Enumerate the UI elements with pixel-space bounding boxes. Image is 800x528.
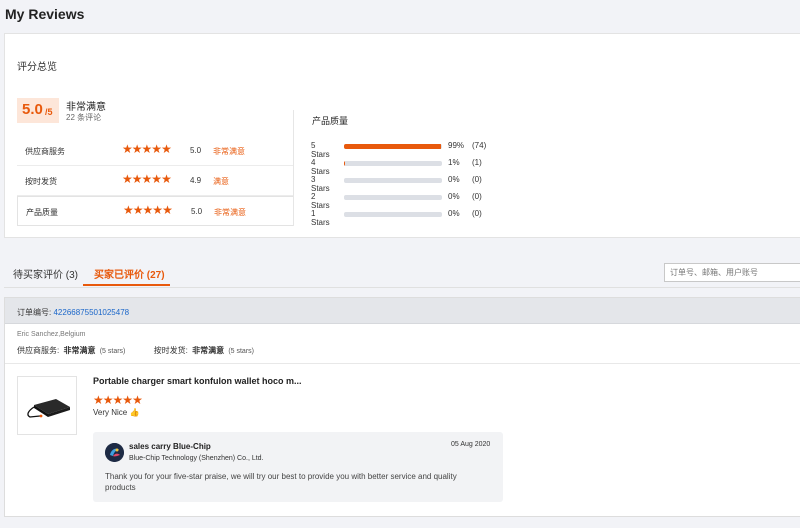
- star-icon: ★: [151, 172, 162, 186]
- distribution-percent: 0%: [448, 209, 460, 218]
- category-score: 5.0: [191, 207, 203, 216]
- star-icon: ★: [162, 203, 173, 217]
- summary-title: 评分总览: [17, 62, 57, 73]
- distribution-bar: [344, 178, 442, 183]
- search-input[interactable]: [664, 263, 800, 282]
- star-icon: ★: [93, 393, 104, 407]
- seller-service-label: 供应商服务:: [17, 346, 60, 355]
- star-icon: ★: [122, 393, 133, 407]
- shipping-value: 非常满意: [192, 346, 225, 355]
- review-comment: Very Nice: [93, 408, 128, 417]
- category-name: 供应商服务: [25, 147, 65, 156]
- order-number-link[interactable]: 42266875501025478: [53, 308, 129, 317]
- overall-score-denominator: /5: [45, 107, 53, 117]
- seller-reply: sales carry Blue-Chip Blue-Chip Technolo…: [93, 432, 503, 502]
- overall-score: 5.0: [22, 101, 43, 118]
- star-icon: ★: [151, 142, 162, 156]
- star-icon: ★: [112, 393, 124, 407]
- category-level: 非常满意: [213, 147, 245, 156]
- seller-company: Blue-Chip Technology (Shenzhen) Co., Ltd…: [129, 455, 264, 462]
- tab-buyer-reviewed[interactable]: 买家已评价 (27): [94, 266, 165, 281]
- overall-satisfaction-label: 非常满意: [66, 102, 106, 113]
- overall-score-badge: 5.0 /5: [17, 98, 59, 123]
- distribution-count: (74): [472, 141, 487, 150]
- active-tab-indicator: [83, 284, 170, 286]
- product-thumbnail[interactable]: [17, 376, 77, 435]
- distribution-percent: 1%: [448, 158, 460, 167]
- thumbs-up-icon: 👍: [129, 408, 140, 417]
- distribution-count: (0): [472, 192, 482, 201]
- order-review-card: 订单编号: 42266875501025478 Eric Sanchez,Bel…: [4, 297, 800, 517]
- seller-service-stars: (5 stars): [99, 348, 126, 355]
- star-icon: ★: [122, 172, 133, 186]
- distribution-bar-fill: [344, 144, 442, 149]
- distribution-bar: [344, 161, 442, 166]
- distribution-count: (1): [472, 158, 482, 167]
- divider: [5, 363, 800, 364]
- product-title[interactable]: Portable charger smart konfulon wallet h…: [93, 376, 302, 386]
- category-level: 满意: [213, 177, 229, 186]
- buyer-name: Eric Sanchez,Belgium: [17, 331, 86, 338]
- tab-pending-buyer-review[interactable]: 待买家评价 (3): [13, 266, 78, 281]
- star-rating: ★★★★★: [123, 203, 173, 217]
- distribution-percent: 0%: [448, 192, 460, 201]
- order-number-label: 订单编号:: [17, 308, 52, 317]
- star-icon: ★: [131, 172, 143, 186]
- reply-message: Thank you for your five-star praise, we …: [105, 472, 457, 492]
- category-row-supplier-service[interactable]: 供应商服务 ★★★★★ 5.0 非常满意: [17, 136, 293, 166]
- distribution-label: 2 Stars: [311, 192, 330, 210]
- distribution-label: 1 Stars: [311, 209, 330, 227]
- star-icon: ★: [131, 142, 143, 156]
- category-row-product-quality[interactable]: 产品质量 ★★★★★ 5.0 非常满意: [17, 196, 293, 226]
- shipping-label: 按时发货:: [153, 346, 188, 355]
- distribution-percent: 0%: [448, 175, 460, 184]
- star-icon: ★: [161, 142, 172, 156]
- buyer-given-ratings: 供应商服务: 非常满意 (5 stars) 按时发货: 非常满意 (5 star…: [17, 345, 256, 356]
- distribution-percent: 99%: [448, 141, 465, 150]
- category-ratings-table: 供应商服务 ★★★★★ 5.0 非常满意 按时发货 ★★★★★ 4.9 满意 产…: [17, 136, 293, 226]
- star-rating: ★★★★★: [122, 142, 172, 156]
- distribution-label: 5 Stars: [311, 141, 330, 159]
- page-title: My Reviews: [5, 6, 85, 22]
- category-name: 产品质量: [26, 208, 58, 217]
- star-icon: ★: [123, 203, 134, 217]
- distribution-label: 3 Stars: [311, 175, 330, 193]
- distribution-count: (0): [472, 175, 482, 184]
- star-icon: ★: [141, 172, 153, 186]
- star-icon: ★: [122, 142, 133, 156]
- seller-avatar: [105, 443, 124, 462]
- category-row-on-time-shipping[interactable]: 按时发货 ★★★★★ 4.9 满意: [17, 166, 293, 196]
- rating-summary-panel: 评分总览 5.0 /5 非常满意 22 条评论 供应商服务 ★★★★★ 5.0 …: [4, 33, 800, 238]
- distribution-bar: [344, 195, 442, 200]
- review-star-rating: ★★★★★: [93, 391, 143, 409]
- reply-date: 05 Aug 2020: [451, 441, 491, 448]
- shipping-stars: (5 stars): [228, 348, 254, 355]
- star-icon: ★: [142, 203, 154, 217]
- quality-distribution-title: 产品质量: [312, 116, 349, 126]
- review-count: 22 条评论: [66, 113, 102, 122]
- distribution-count: (0): [472, 209, 482, 218]
- order-header: 订单编号: 42266875501025478: [5, 298, 800, 324]
- distribution-bar: [344, 144, 442, 149]
- distribution-bar-fill: [344, 161, 345, 166]
- category-level: 非常满意: [214, 208, 246, 217]
- distribution-label: 4 Stars: [311, 158, 330, 176]
- vertical-divider: [293, 110, 294, 226]
- star-icon: ★: [132, 203, 144, 217]
- category-score: 4.9: [190, 176, 202, 185]
- star-icon: ★: [161, 172, 172, 186]
- review-text: Very Nice 👍: [93, 408, 139, 417]
- category-score: 5.0: [190, 146, 202, 155]
- seller-name: sales carry Blue-Chip: [129, 442, 211, 451]
- star-icon: ★: [141, 142, 153, 156]
- distribution-bar: [344, 212, 442, 217]
- star-icon: ★: [102, 393, 114, 407]
- star-icon: ★: [152, 203, 163, 217]
- seller-service-value: 非常满意: [63, 346, 96, 355]
- category-name: 按时发货: [25, 177, 57, 186]
- star-icon: ★: [132, 393, 143, 407]
- star-rating: ★★★★★: [122, 172, 172, 186]
